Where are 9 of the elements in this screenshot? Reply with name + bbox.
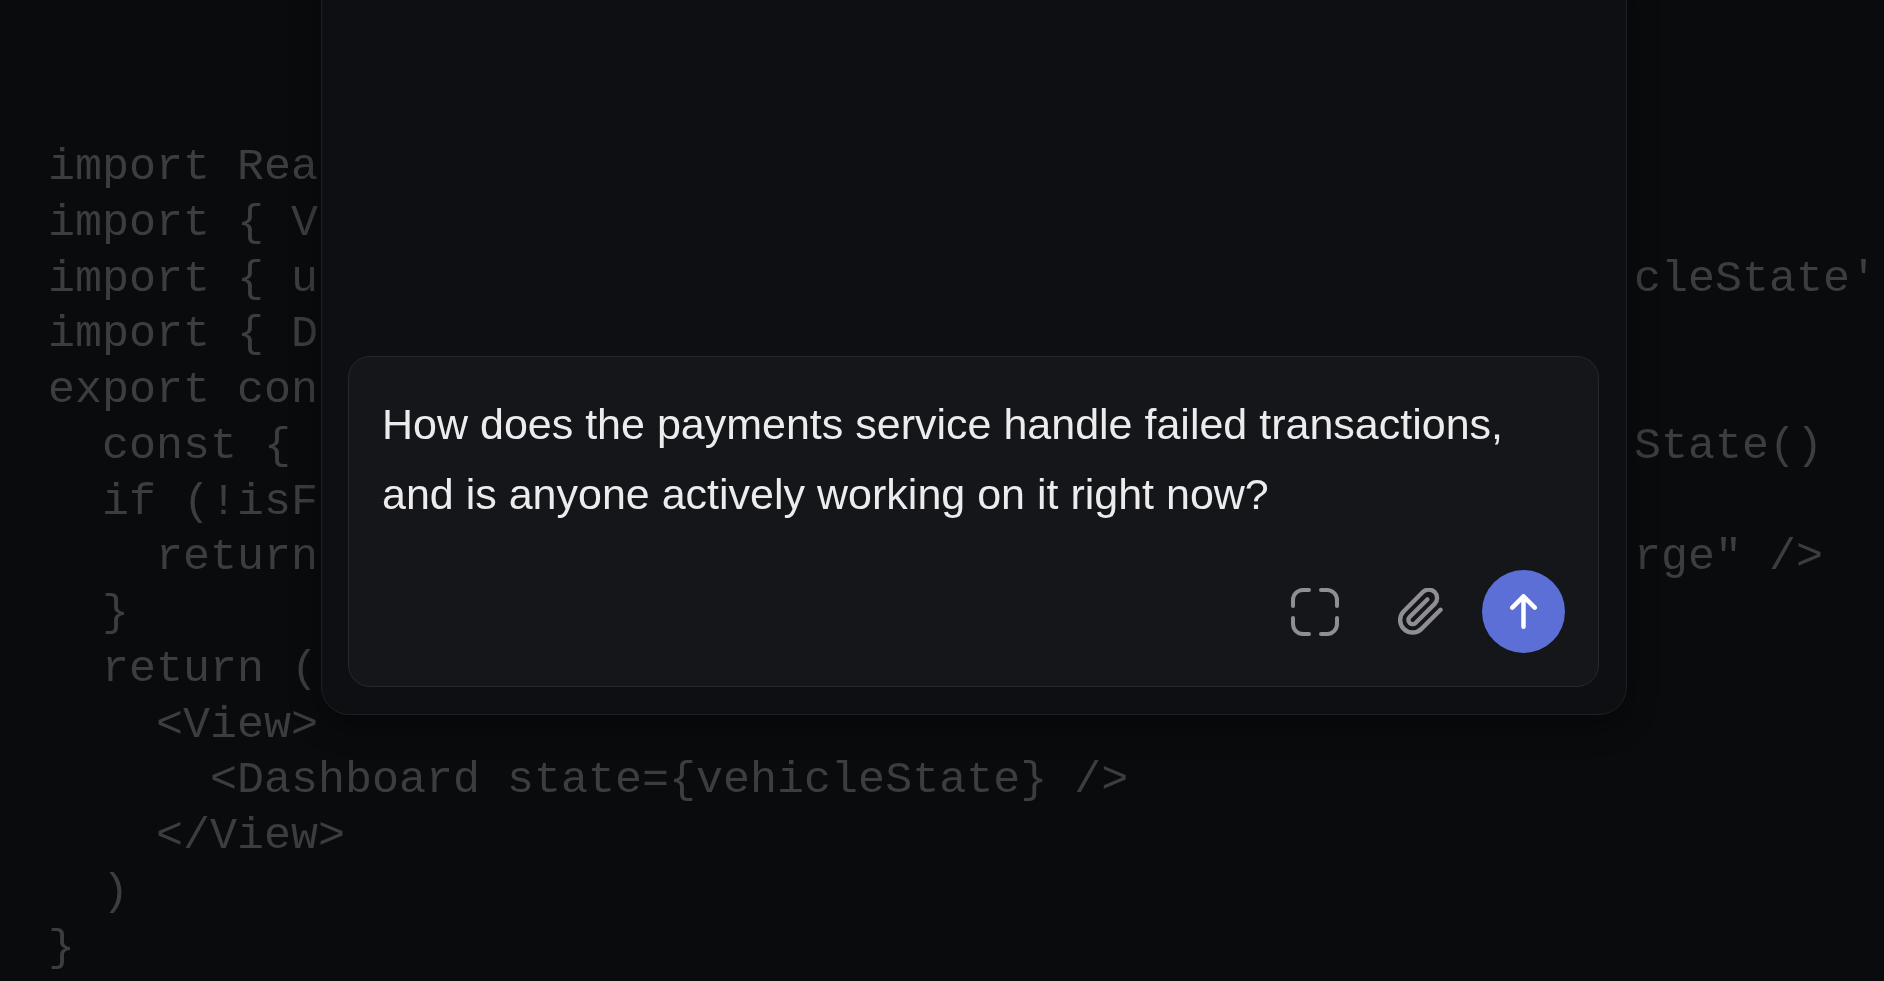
screenshot-button[interactable] [1291,587,1339,636]
message-input[interactable]: How does the payments service handle failed transactions, and is anyone actively working on it right now? [382,389,1565,529]
paperclip-icon [1398,588,1443,635]
code-text: } [48,921,75,976]
attach-button[interactable] [1398,588,1443,635]
arrow-up-icon [1510,594,1537,629]
crop-frame-icon [1291,587,1339,636]
code-text: ) [102,865,129,920]
code-text: } [102,587,129,641]
